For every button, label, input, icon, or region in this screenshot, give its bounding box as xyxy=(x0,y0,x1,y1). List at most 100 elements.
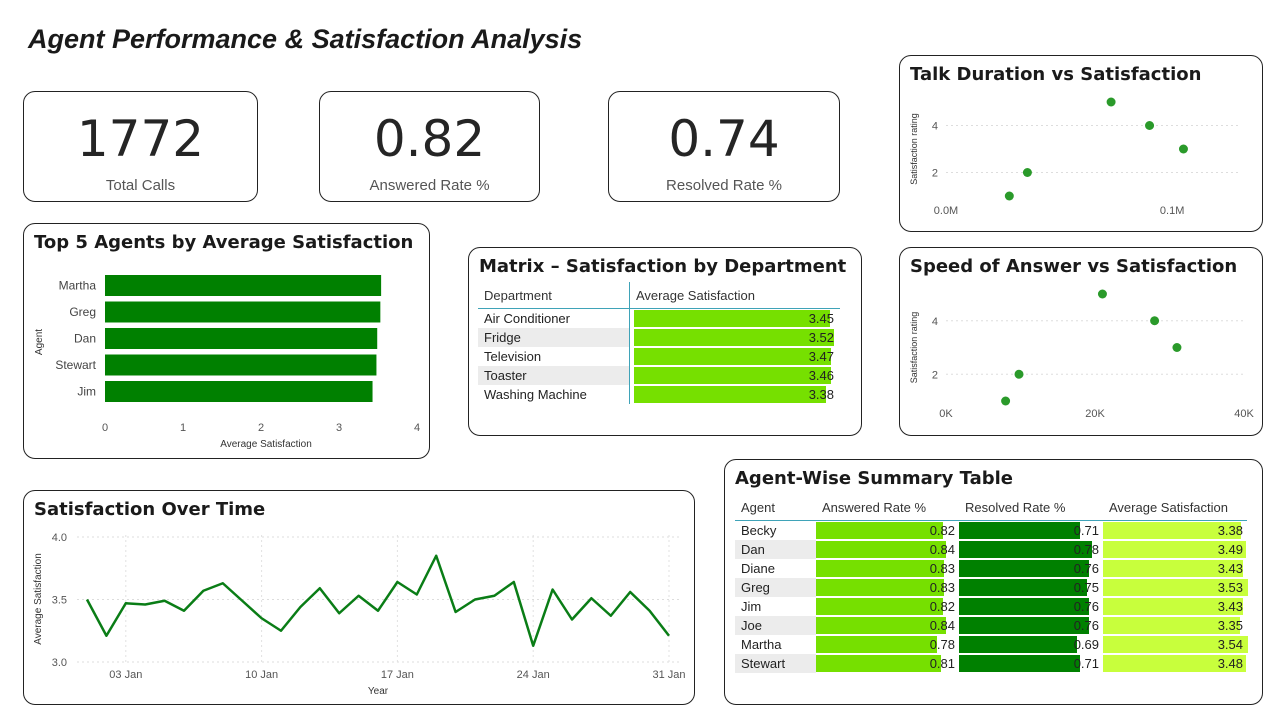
average-satisfaction-value: 3.53 xyxy=(1217,580,1243,595)
kpi-card-answered-rate[interactable]: 0.82 Answered Rate % xyxy=(319,91,540,202)
x-tick-label: 0K xyxy=(939,408,953,420)
x-tick-label: 0 xyxy=(102,422,108,434)
top-agents-chart-card[interactable]: Top 5 Agents by Average Satisfaction Mar… xyxy=(23,223,430,459)
agent-row[interactable]: Stewart 0.81 0.71 3.48 xyxy=(735,654,1247,673)
data-point xyxy=(1014,369,1024,379)
average-satisfaction-value: 3.49 xyxy=(1217,542,1243,557)
data-point xyxy=(1172,343,1182,352)
answered-rate-cell: 0.83 xyxy=(816,559,959,578)
x-tick-label: 40K xyxy=(1234,408,1254,420)
agent-row[interactable]: Greg 0.83 0.75 3.53 xyxy=(735,578,1248,597)
kpi-value: 1772 xyxy=(76,110,205,168)
column-header[interactable]: Department xyxy=(478,282,630,309)
resolved-rate-cell: 0.71 xyxy=(959,521,1103,541)
answered-rate-value: 0.82 xyxy=(929,523,955,538)
column-header[interactable]: Average Satisfaction xyxy=(629,282,840,309)
department-name: Fridge xyxy=(478,328,630,347)
x-tick-label: 10 Jan xyxy=(245,669,278,681)
column-header[interactable]: Agent xyxy=(735,494,816,521)
agent-summary-card[interactable]: Agent-Wise Summary Table Agent Answered … xyxy=(724,459,1263,705)
satisfaction-cell: 3.46 xyxy=(629,366,840,385)
data-point xyxy=(1097,289,1107,299)
kpi-card-resolved-rate[interactable]: 0.74 Resolved Rate % xyxy=(608,91,840,202)
speed-answer-scatter: 240K 20K 40KSatisfaction rating xyxy=(909,289,1254,420)
bar-greg xyxy=(105,301,381,323)
answered-rate-cell: 0.84 xyxy=(816,616,959,635)
agent-name: Greg xyxy=(735,578,816,597)
average-satisfaction-value: 3.35 xyxy=(1217,618,1243,633)
answered-rate-cell: 0.78 xyxy=(816,635,959,654)
kpi-card-total-calls[interactable]: 1772 Total Calls xyxy=(23,91,258,202)
resolved-rate-cell: 0.75 xyxy=(959,578,1103,597)
agent-row[interactable]: Dan 0.84 0.78 3.49 xyxy=(735,540,1247,559)
matrix-row[interactable]: Toaster 3.46 xyxy=(478,366,840,385)
answered-rate-value: 0.82 xyxy=(929,599,955,614)
agent-row[interactable]: Joe 0.84 0.76 3.35 xyxy=(735,616,1247,635)
speed-answer-scatter-card[interactable]: Speed of Answer vs Satisfaction 2 4 0K 20K 4… xyxy=(899,247,1263,436)
y-axis-label: Average Satisfaction xyxy=(33,553,44,645)
agent-row[interactable]: Becky 0.82 0.71 3.38 xyxy=(735,521,1247,541)
column-header[interactable]: Average Satisfaction xyxy=(1103,494,1247,521)
satisfaction-cell: 3.45 xyxy=(629,308,840,328)
resolved-rate-value: 0.71 xyxy=(1073,656,1099,671)
page-title: Agent Performance & Satisfaction Analysi… xyxy=(28,24,583,54)
y-axis-label: Satisfaction rating xyxy=(909,113,919,185)
resolved-rate-bar xyxy=(959,617,1089,634)
resolved-rate-value: 0.69 xyxy=(1073,637,1099,652)
answered-rate-value: 0.83 xyxy=(929,561,955,576)
satisfaction-over-time-card[interactable]: Satisfaction Over Time 3.0 3.5 4.0 03 Jan 10… xyxy=(23,490,695,705)
x-tick-label: 24 Jan xyxy=(517,669,550,681)
department-matrix-table: Department Average Satisfaction Air Cond… xyxy=(478,282,840,404)
answered-rate-bar xyxy=(816,541,946,558)
x-tick-label: 2 xyxy=(258,422,264,434)
agent-row[interactable]: Jim 0.82 0.76 3.43 xyxy=(735,597,1247,616)
resolved-rate-value: 0.76 xyxy=(1073,561,1099,576)
satisfaction-value: 3.52 xyxy=(808,330,834,345)
answered-rate-bar xyxy=(816,655,942,672)
resolved-rate-cell: 0.78 xyxy=(959,540,1103,559)
matrix-row[interactable]: Television 3.47 xyxy=(478,347,840,366)
answered-rate-value: 0.81 xyxy=(929,656,955,671)
summary-header-row: Agent Answered Rate % Resolved Rate % Av… xyxy=(735,494,1247,521)
average-satisfaction-value: 3.54 xyxy=(1217,637,1243,652)
answered-rate-bar xyxy=(816,598,943,615)
average-satisfaction-cell: 3.54 xyxy=(1103,635,1248,654)
column-header[interactable]: Answered Rate % xyxy=(816,494,959,521)
resolved-rate-value: 0.76 xyxy=(1073,599,1099,614)
satisfaction-line-chart: 3.0 3.5 4.0 03 Jan 10 Jan 17 Jan 24 Jan 31 Jan Y… xyxy=(33,532,686,697)
kpi-value: 0.82 xyxy=(373,110,486,168)
agent-name: Jim xyxy=(741,599,762,614)
column-header[interactable]: Resolved Rate % xyxy=(959,494,1103,521)
average-satisfaction-value: 3.43 xyxy=(1217,599,1243,614)
satisfaction-cell: 3.52 xyxy=(629,328,840,347)
resolved-rate-value: 0.75 xyxy=(1073,580,1099,595)
answered-rate-bar xyxy=(816,636,937,653)
matrix-header-row: Department Average Satisfaction xyxy=(478,282,840,309)
resolved-rate-cell: 0.76 xyxy=(959,559,1103,578)
satisfaction-value: 3.45 xyxy=(808,311,834,326)
agent-name: Diane xyxy=(741,561,775,576)
talk-duration-scatter: 2 4 0.0M 0.1M Satisfaction rating xyxy=(909,97,1240,217)
department-matrix-card[interactable]: Matrix – Satisfaction by Department Depa… xyxy=(468,247,862,436)
resolved-rate-bar xyxy=(959,579,1087,596)
average-satisfaction-cell: 3.43 xyxy=(1103,559,1247,578)
matrix-row[interactable]: Fridge 3.52 xyxy=(478,328,840,347)
satisfaction-value: 3.47 xyxy=(808,349,834,364)
x-tick-label: 20K xyxy=(1085,408,1105,420)
top-agents-bar-chart: Martha Greg Dan Stewart Jim 0 1 2 3 4 Average Sati… xyxy=(34,275,420,450)
agent-name: Dan xyxy=(735,540,816,559)
y-tick-label: 3.0 xyxy=(52,657,67,669)
talk-duration-scatter-card[interactable]: Talk Duration vs Satisfaction 2 4 0.0M 0.1M… xyxy=(899,55,1263,232)
satisfaction-bar xyxy=(634,310,831,327)
satisfaction-bar xyxy=(634,367,831,384)
agent-name: Stewart xyxy=(735,654,816,673)
matrix-row[interactable]: Air Conditioner 3.45 xyxy=(478,308,840,328)
resolved-rate-cell: 0.76 xyxy=(959,616,1103,635)
answered-rate-value: 0.84 xyxy=(929,542,955,557)
agent-row[interactable]: Diane 0.83 0.76 3.43 xyxy=(735,559,1247,578)
satisfaction-cell: 3.47 xyxy=(629,347,840,366)
matrix-row[interactable]: Washing Machine 3.38 xyxy=(478,385,840,404)
agent-row[interactable]: Martha 0.78 0.69 3.54 xyxy=(735,635,1248,654)
satisfaction-bar xyxy=(634,386,827,403)
answered-rate-value: 0.84 xyxy=(929,618,955,633)
